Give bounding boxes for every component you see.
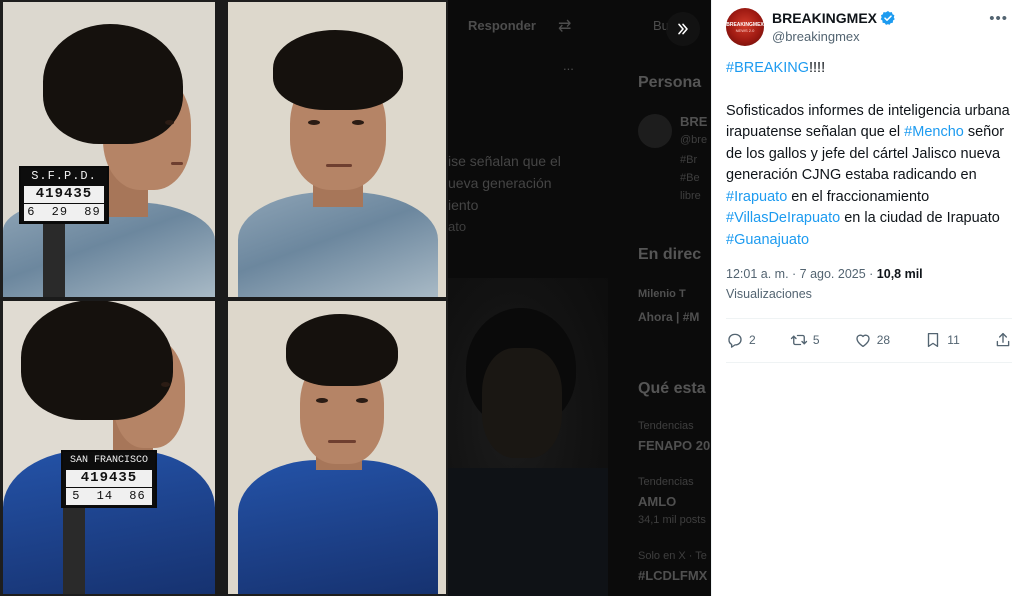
more-icon: •••: [989, 10, 1008, 27]
hashtag-irapuato[interactable]: #Irapuato: [726, 189, 787, 205]
bg-trend2-count: 34,1 mil posts: [638, 514, 706, 526]
background-page: Responder ⇄ Bu ... Persona BRE @bre #Br …: [448, 0, 711, 596]
bg-person-tag-3: libre: [680, 190, 701, 202]
bg-photo: [448, 278, 608, 596]
bg-tweet-fragment-1: ise señalan que el: [448, 153, 561, 169]
tweet-text-part-d: en la ciudad de Irapuato: [840, 210, 1000, 226]
bg-live-now: Ahora | #M: [638, 310, 700, 324]
action-bar: 2 5 28 11: [726, 322, 1012, 358]
placard-bottom-date: 5 14 86: [66, 488, 152, 505]
divider-bottom: [726, 362, 1012, 363]
bg-section-whats: Qué esta: [638, 380, 706, 397]
bg-trend2-label: Tendencias: [638, 476, 694, 488]
views-count: 10,8 mil: [876, 267, 923, 281]
like-count: 28: [876, 333, 891, 347]
bg-trend1-label: Tendencias: [638, 420, 694, 432]
author-avatar[interactable]: BREAKINGMEX NEWS 2.0: [726, 8, 764, 46]
tweet-paragraph-1: #BREAKING!!!!: [726, 58, 1012, 80]
bg-tweet-fragment-3: iento: [448, 197, 479, 213]
bookmark-button[interactable]: 11: [924, 331, 960, 349]
mugshot-bottom-right-frontal: [228, 300, 446, 594]
bg-live-source: Milenio T: [638, 288, 686, 300]
bg-more-dots: ...: [563, 58, 574, 73]
bg-section-live: En direc: [638, 246, 702, 263]
bg-person-tag-2: #Be: [680, 172, 700, 184]
avatar-text-2: NEWS 2.0: [735, 27, 755, 33]
placard-top-date: 6 29 89: [24, 204, 104, 221]
placard-bottom-number: 419435: [66, 470, 152, 487]
bg-reply-label: Responder: [468, 18, 536, 33]
reply-icon: [728, 333, 742, 348]
reply-count: 2: [749, 333, 756, 347]
bg-settings-icon: ⇄: [558, 18, 572, 35]
tweet-timestamp[interactable]: 12:01 a. m. · 7 ago. 2025 ·: [726, 267, 877, 281]
tweet-exclaim: !!!!: [809, 60, 826, 76]
bg-trend3-label: Solo en X · Te: [638, 550, 707, 562]
bg-person-tag-1: #Br: [680, 154, 698, 166]
placard-top: S.F.P.D. 419435 6 29 89: [19, 166, 109, 224]
bookmark-icon: [928, 332, 939, 348]
author-handle[interactable]: @breakingmex: [772, 29, 860, 44]
bg-trend3-name: #LCDLFMX: [638, 568, 708, 583]
mugshot-top-left-profile: S.F.P.D. 419435 6 29 89: [3, 2, 215, 298]
bg-tweet-fragment-2: ueva generación: [448, 175, 552, 191]
placard-top-number: 419435: [24, 186, 104, 203]
tweet-paragraph-2: Sofisticados informes de inteligencia ur…: [726, 101, 1012, 252]
reply-button[interactable]: 2: [726, 331, 756, 349]
verified-badge-icon: [880, 11, 895, 25]
mugshot-image[interactable]: S.F.P.D. 419435 6 29 89 SAN FRANCISCO 41…: [0, 0, 448, 596]
repost-icon: [790, 334, 808, 346]
tweet-header: BREAKINGMEX NEWS 2.0 BREAKINGMEX @breaki…: [726, 8, 1012, 48]
tweet-panel: BREAKINGMEX NEWS 2.0 BREAKINGMEX @breaki…: [711, 0, 1024, 596]
repost-button[interactable]: 5: [790, 331, 820, 349]
divider-top: [726, 318, 1012, 319]
expand-panel-button[interactable]: [666, 12, 700, 46]
repost-count: 5: [812, 333, 820, 347]
media-viewer: Responder ⇄ Bu ... Persona BRE @bre #Br …: [0, 0, 711, 596]
chevrons-right-icon: [678, 23, 688, 35]
share-icon: [996, 332, 1010, 347]
placard-bottom-line1: SAN FRANCISCO: [69, 455, 148, 466]
tweet-text: #BREAKING!!!! Sofisticados informes de i…: [726, 58, 1012, 251]
bg-tweet-fragment-4: ato: [448, 219, 467, 234]
author-name-row[interactable]: BREAKINGMEX: [772, 10, 896, 26]
bookmark-count: 11: [947, 333, 960, 347]
image-divider-horizontal: [0, 297, 448, 301]
placard-bottom: SAN FRANCISCO 419435 5 14 86: [61, 450, 157, 508]
hashtag-villasdeirapuato[interactable]: #VillasDeIrapuato: [726, 210, 840, 226]
heart-icon: [856, 334, 870, 348]
mugshot-bottom-left-profile: SAN FRANCISCO 419435 5 14 86: [3, 300, 215, 594]
bg-trend2-name: AMLO: [638, 494, 677, 509]
bg-section-people: Persona: [638, 74, 702, 91]
like-button[interactable]: 28: [854, 331, 890, 349]
author-name[interactable]: BREAKINGMEX: [772, 10, 877, 26]
bg-person-handle: @bre: [680, 134, 708, 146]
bg-person-name: BRE: [680, 114, 708, 129]
hashtag-guanajuato[interactable]: #Guanajuato: [726, 232, 809, 248]
hashtag-mencho[interactable]: #Mencho: [904, 124, 964, 140]
tweet-meta: 12:01 a. m. · 7 ago. 2025 · 10,8 mil Vis…: [726, 264, 1012, 304]
tweet-text-part-c: en el fraccionamiento: [787, 188, 930, 205]
bg-trend1-name: FENAPO 20: [638, 438, 711, 453]
views-label: Visualizaciones: [726, 287, 812, 301]
share-button[interactable]: [994, 331, 1012, 349]
hashtag-breaking[interactable]: #BREAKING: [726, 60, 809, 76]
placard-top-line1: S.F.P.D.: [31, 169, 97, 183]
more-options-button[interactable]: •••: [989, 10, 1008, 27]
bg-person-avatar: [638, 114, 672, 148]
mugshot-top-right-frontal: [228, 2, 446, 298]
